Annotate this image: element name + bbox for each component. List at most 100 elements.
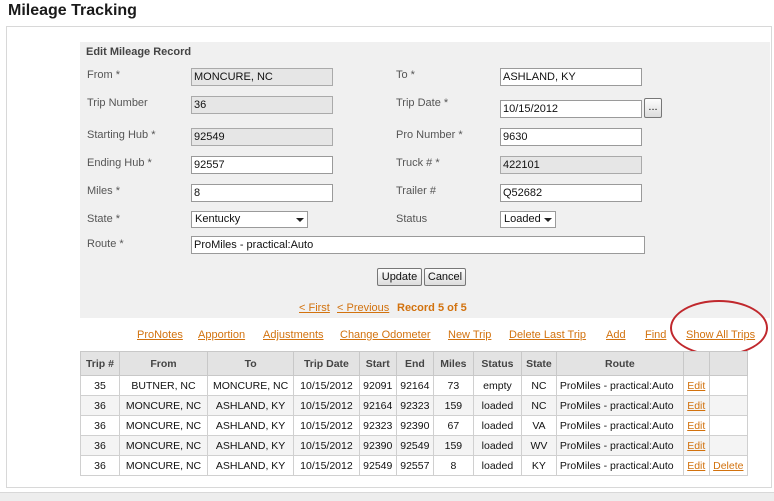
ending-hub-field[interactable]: 92557 bbox=[191, 156, 333, 174]
table-row: 35 BUTNER, NC MONCURE, NC 10/15/2012 920… bbox=[80, 375, 749, 396]
from-field[interactable]: MONCURE, NC bbox=[191, 68, 333, 86]
status-cell: loaded bbox=[472, 435, 523, 456]
column-header: Route bbox=[555, 351, 684, 376]
to-cell: ASHLAND, KY bbox=[207, 415, 295, 436]
state-cell: NC bbox=[521, 375, 557, 396]
trip-number-label: Trip Number bbox=[87, 97, 148, 109]
column-header: Trip Date bbox=[293, 351, 360, 376]
delete-link[interactable]: Delete bbox=[713, 460, 743, 472]
status-cell: loaded bbox=[472, 395, 523, 416]
to-cell: ASHLAND, KY bbox=[207, 455, 295, 476]
start-cell: 92164 bbox=[358, 395, 397, 416]
to-field[interactable]: ASHLAND, KY bbox=[500, 68, 642, 86]
miles-cell: 67 bbox=[432, 415, 474, 436]
edit-link[interactable]: Edit bbox=[687, 420, 705, 432]
table-header-row: Trip # From To Trip Date Start End Miles… bbox=[80, 351, 749, 376]
from-cell: MONCURE, NC bbox=[118, 435, 209, 456]
status-select[interactable]: Loaded bbox=[500, 211, 556, 228]
delete-last-trip-link[interactable]: Delete Last Trip bbox=[509, 329, 586, 341]
trip-date-label: Trip Date * bbox=[396, 97, 449, 109]
status-cell: loaded bbox=[472, 415, 523, 436]
chevron-down-icon bbox=[544, 218, 552, 222]
highlight-circle bbox=[670, 300, 768, 356]
date-picker-button[interactable]: ... bbox=[644, 98, 662, 118]
apportion-link[interactable]: Apportion bbox=[198, 329, 245, 341]
pro-number-field[interactable]: 9630 bbox=[500, 128, 642, 146]
from-cell: MONCURE, NC bbox=[118, 415, 209, 436]
trailer-field[interactable]: Q52682 bbox=[500, 184, 642, 202]
column-header: End bbox=[395, 351, 434, 376]
ending-hub-label: Ending Hub * bbox=[87, 157, 152, 169]
status-cell: empty bbox=[472, 375, 523, 396]
table-row: 36 MONCURE, NC ASHLAND, KY 10/15/2012 92… bbox=[80, 435, 749, 456]
find-link[interactable]: Find bbox=[645, 329, 666, 341]
adjustments-link[interactable]: Adjustments bbox=[263, 329, 324, 341]
to-cell: MONCURE, NC bbox=[207, 375, 295, 396]
table-row: 36 MONCURE, NC ASHLAND, KY 10/15/2012 92… bbox=[80, 455, 749, 476]
truck-field[interactable]: 422101 bbox=[500, 156, 642, 174]
trip-date-cell: 10/15/2012 bbox=[293, 375, 360, 396]
pro-number-label: Pro Number * bbox=[396, 129, 463, 141]
update-button[interactable]: Update bbox=[377, 268, 422, 286]
starting-hub-field[interactable]: 92549 bbox=[191, 128, 333, 146]
previous-record-link[interactable]: < Previous bbox=[337, 302, 389, 314]
miles-cell: 73 bbox=[432, 375, 474, 396]
column-header: Miles bbox=[432, 351, 474, 376]
route-cell: ProMiles - practical:Auto bbox=[555, 375, 684, 396]
edit-link[interactable]: Edit bbox=[687, 380, 705, 392]
column-header: Start bbox=[358, 351, 397, 376]
state-label: State * bbox=[87, 213, 121, 225]
from-cell: MONCURE, NC bbox=[118, 455, 209, 476]
table-row: 36 MONCURE, NC ASHLAND, KY 10/15/2012 92… bbox=[80, 395, 749, 416]
status-select-value: Loaded bbox=[504, 213, 541, 225]
start-cell: 92091 bbox=[358, 375, 397, 396]
edit-link[interactable]: Edit bbox=[687, 460, 705, 472]
trip-number-cell: 36 bbox=[80, 415, 120, 436]
route-label: Route * bbox=[87, 238, 124, 250]
to-cell: ASHLAND, KY bbox=[207, 435, 295, 456]
edit-link[interactable]: Edit bbox=[687, 440, 705, 452]
edit-link[interactable]: Edit bbox=[687, 400, 705, 412]
trip-number-cell: 36 bbox=[80, 395, 120, 416]
trip-date-cell: 10/15/2012 bbox=[293, 435, 360, 456]
to-cell: ASHLAND, KY bbox=[207, 395, 295, 416]
column-header: Status bbox=[472, 351, 523, 376]
cancel-button[interactable]: Cancel bbox=[424, 268, 466, 286]
pronotes-link[interactable]: ProNotes bbox=[137, 329, 183, 341]
trip-number-field[interactable]: 36 bbox=[191, 96, 333, 114]
column-header: From bbox=[118, 351, 209, 376]
starting-hub-label: Starting Hub * bbox=[87, 129, 156, 141]
miles-field[interactable]: 8 bbox=[191, 184, 333, 202]
page-title: Mileage Tracking bbox=[8, 2, 137, 19]
miles-cell: 159 bbox=[432, 395, 474, 416]
route-field[interactable]: ProMiles - practical:Auto bbox=[191, 236, 645, 254]
trailer-label: Trailer # bbox=[396, 185, 436, 197]
state-select-value: Kentucky bbox=[195, 213, 241, 225]
trip-date-cell: 10/15/2012 bbox=[293, 395, 360, 416]
route-cell: ProMiles - practical:Auto bbox=[555, 455, 684, 476]
to-label: To * bbox=[396, 69, 415, 81]
trip-date-cell: 10/15/2012 bbox=[293, 415, 360, 436]
chevron-down-icon bbox=[296, 218, 304, 222]
route-cell: ProMiles - practical:Auto bbox=[555, 395, 684, 416]
start-cell: 92549 bbox=[358, 455, 397, 476]
trip-date-field[interactable]: 10/15/2012 bbox=[500, 100, 642, 118]
miles-label: Miles * bbox=[87, 185, 121, 197]
trip-number-cell: 36 bbox=[80, 435, 120, 456]
first-record-link[interactable]: < First bbox=[299, 302, 330, 314]
state-select[interactable]: Kentucky bbox=[191, 211, 308, 228]
change-odometer-link[interactable]: Change Odometer bbox=[340, 329, 431, 341]
new-trip-link[interactable]: New Trip bbox=[448, 329, 491, 341]
table-row: 36 MONCURE, NC ASHLAND, KY 10/15/2012 92… bbox=[80, 415, 749, 436]
add-link[interactable]: Add bbox=[606, 329, 626, 341]
column-header: State bbox=[521, 351, 557, 376]
end-cell: 92549 bbox=[395, 435, 434, 456]
from-label: From * bbox=[87, 69, 120, 81]
end-cell: 92164 bbox=[395, 375, 434, 396]
route-cell: ProMiles - practical:Auto bbox=[555, 415, 684, 436]
trip-number-cell: 35 bbox=[80, 375, 120, 396]
status-label: Status bbox=[396, 213, 428, 225]
footer-bar bbox=[0, 492, 774, 501]
status-cell: loaded bbox=[472, 455, 523, 476]
from-cell: MONCURE, NC bbox=[118, 395, 209, 416]
